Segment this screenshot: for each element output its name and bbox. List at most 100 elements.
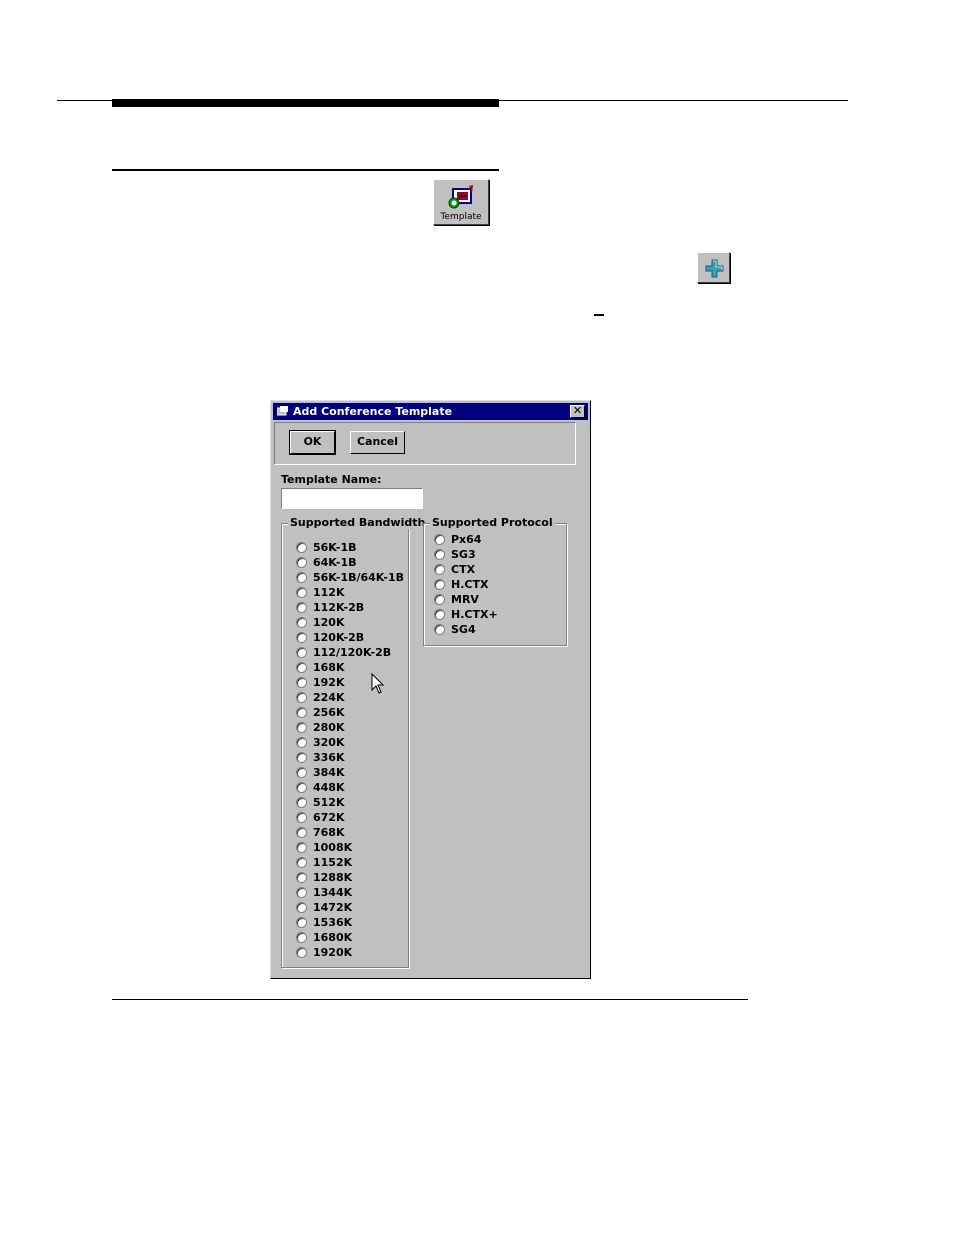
bandwidth-option-label: 1008K — [313, 841, 353, 854]
bandwidth-radio-option[interactable]: 1536K — [296, 916, 352, 930]
radio-button[interactable] — [296, 916, 307, 928]
bandwidth-option-label: 112/120K-2B — [313, 646, 392, 659]
bandwidth-radio-option[interactable]: 120K — [296, 616, 345, 630]
bandwidth-radio-option[interactable]: 448K — [296, 781, 345, 795]
radio-button[interactable] — [296, 616, 307, 628]
bandwidth-option-label: 56K-1B — [313, 541, 357, 554]
radio-button[interactable] — [296, 886, 307, 898]
radio-button[interactable] — [296, 826, 307, 838]
ok-button[interactable]: OK — [289, 430, 336, 455]
supported-protocol-label: Supported Protocol — [430, 516, 555, 529]
bandwidth-option-label: 672K — [313, 811, 345, 824]
bandwidth-radio-option[interactable]: 1920K — [296, 946, 352, 960]
radio-button[interactable] — [296, 766, 307, 778]
radio-button[interactable] — [296, 601, 307, 613]
bandwidth-radio-option[interactable]: 280K — [296, 721, 345, 735]
radio-button[interactable] — [296, 676, 307, 688]
radio-button[interactable] — [296, 706, 307, 718]
bandwidth-radio-option[interactable]: 1008K — [296, 841, 352, 855]
protocol-radio-option[interactable]: H.CTX+ — [434, 608, 498, 622]
radio-button[interactable] — [296, 721, 307, 733]
radio-button[interactable] — [296, 541, 307, 553]
bandwidth-radio-option[interactable]: 192K — [296, 676, 345, 690]
radio-button[interactable] — [434, 593, 445, 605]
bandwidth-radio-option[interactable]: 64K-1B — [296, 556, 356, 570]
radio-button[interactable] — [434, 563, 445, 575]
radio-button[interactable] — [434, 608, 445, 620]
radio-button[interactable] — [296, 841, 307, 853]
protocol-radio-option[interactable]: H.CTX — [434, 578, 488, 592]
bandwidth-option-label: 336K — [313, 751, 345, 764]
cancel-button[interactable]: Cancel — [350, 431, 405, 454]
supported-protocol-group: Supported Protocol Px64 SG3 CTX H.CTX MRV H.C… — [423, 516, 567, 646]
bandwidth-radio-option[interactable]: 56K-1B — [296, 541, 356, 555]
bandwidth-radio-option[interactable]: 1344K — [296, 886, 352, 900]
dialog-button-bar: OK Cancel — [274, 422, 576, 465]
bandwidth-radio-option[interactable]: 336K — [296, 751, 345, 765]
protocol-option-label: SG4 — [451, 623, 476, 636]
protocol-option-label: H.CTX — [451, 578, 489, 591]
radio-button[interactable] — [296, 646, 307, 658]
radio-button[interactable] — [296, 901, 307, 913]
bandwidth-radio-option[interactable]: 768K — [296, 826, 345, 840]
bandwidth-radio-option[interactable]: 1680K — [296, 931, 352, 945]
protocol-radio-option[interactable]: CTX — [434, 563, 475, 577]
bandwidth-option-label: 192K — [313, 676, 345, 689]
radio-button[interactable] — [296, 811, 307, 823]
protocol-radio-option[interactable]: MRV — [434, 593, 479, 607]
bandwidth-radio-option[interactable]: 1152K — [296, 856, 352, 870]
close-button[interactable]: ✕ — [570, 405, 585, 418]
radio-button[interactable] — [296, 931, 307, 943]
bandwidth-option-label: 1344K — [313, 886, 353, 899]
bandwidth-radio-option[interactable]: 320K — [296, 736, 345, 750]
bandwidth-radio-option[interactable]: 120K-2B — [296, 631, 364, 645]
radio-button[interactable] — [296, 856, 307, 868]
radio-button[interactable] — [296, 661, 307, 673]
add-template-button[interactable] — [697, 252, 730, 283]
template-toolbar-button[interactable]: Template — [433, 179, 489, 225]
protocol-option-label: H.CTX+ — [451, 608, 498, 621]
bandwidth-radio-option[interactable]: 384K — [296, 766, 345, 780]
protocol-radio-option[interactable]: SG4 — [434, 623, 476, 637]
radio-button[interactable] — [296, 691, 307, 703]
protocol-option-label: SG3 — [451, 548, 476, 561]
bandwidth-radio-option[interactable]: 56K-1B/64K-1B — [296, 571, 404, 585]
bandwidth-radio-option[interactable]: 672K — [296, 811, 345, 825]
template-name-input[interactable] — [281, 488, 423, 509]
bandwidth-option-label: 256K — [313, 706, 345, 719]
radio-button[interactable] — [296, 571, 307, 583]
radio-button[interactable] — [296, 736, 307, 748]
bandwidth-radio-option[interactable]: 112K — [296, 586, 345, 600]
radio-button[interactable] — [296, 586, 307, 598]
radio-button[interactable] — [296, 796, 307, 808]
bandwidth-radio-option[interactable]: 1472K — [296, 901, 352, 915]
radio-button[interactable] — [296, 751, 307, 763]
radio-button[interactable] — [296, 946, 307, 958]
bandwidth-radio-option[interactable]: 168K — [296, 661, 345, 675]
radio-button[interactable] — [434, 548, 445, 560]
radio-button[interactable] — [296, 631, 307, 643]
radio-button[interactable] — [296, 871, 307, 883]
template-icon — [448, 185, 473, 209]
bandwidth-radio-option[interactable]: 512K — [296, 796, 345, 810]
radio-button[interactable] — [434, 578, 445, 590]
protocol-radio-option[interactable]: SG3 — [434, 548, 476, 562]
radio-button[interactable] — [296, 556, 307, 568]
bandwidth-radio-option[interactable]: 224K — [296, 691, 345, 705]
bandwidth-radio-option[interactable]: 1288K — [296, 871, 352, 885]
bandwidth-option-label: 112K-2B — [313, 601, 365, 614]
bandwidth-radio-option[interactable]: 256K — [296, 706, 345, 720]
bandwidth-radio-option[interactable]: 112K-2B — [296, 601, 364, 615]
footer-rule — [112, 999, 748, 1000]
section-rule — [112, 169, 499, 171]
radio-button[interactable] — [434, 533, 445, 545]
bandwidth-option-label: 320K — [313, 736, 345, 749]
protocol-radio-option[interactable]: Px64 — [434, 533, 481, 547]
close-icon: ✕ — [572, 404, 583, 417]
radio-button[interactable] — [434, 623, 445, 635]
dialog-titlebar[interactable]: Add Conference Template ✕ — [273, 403, 588, 420]
dialog-title: Add Conference Template — [293, 405, 453, 418]
add-conference-template-dialog: Add Conference Template ✕ OK Cancel Temp… — [270, 400, 591, 979]
radio-button[interactable] — [296, 781, 307, 793]
bandwidth-radio-option[interactable]: 112/120K-2B — [296, 646, 391, 660]
